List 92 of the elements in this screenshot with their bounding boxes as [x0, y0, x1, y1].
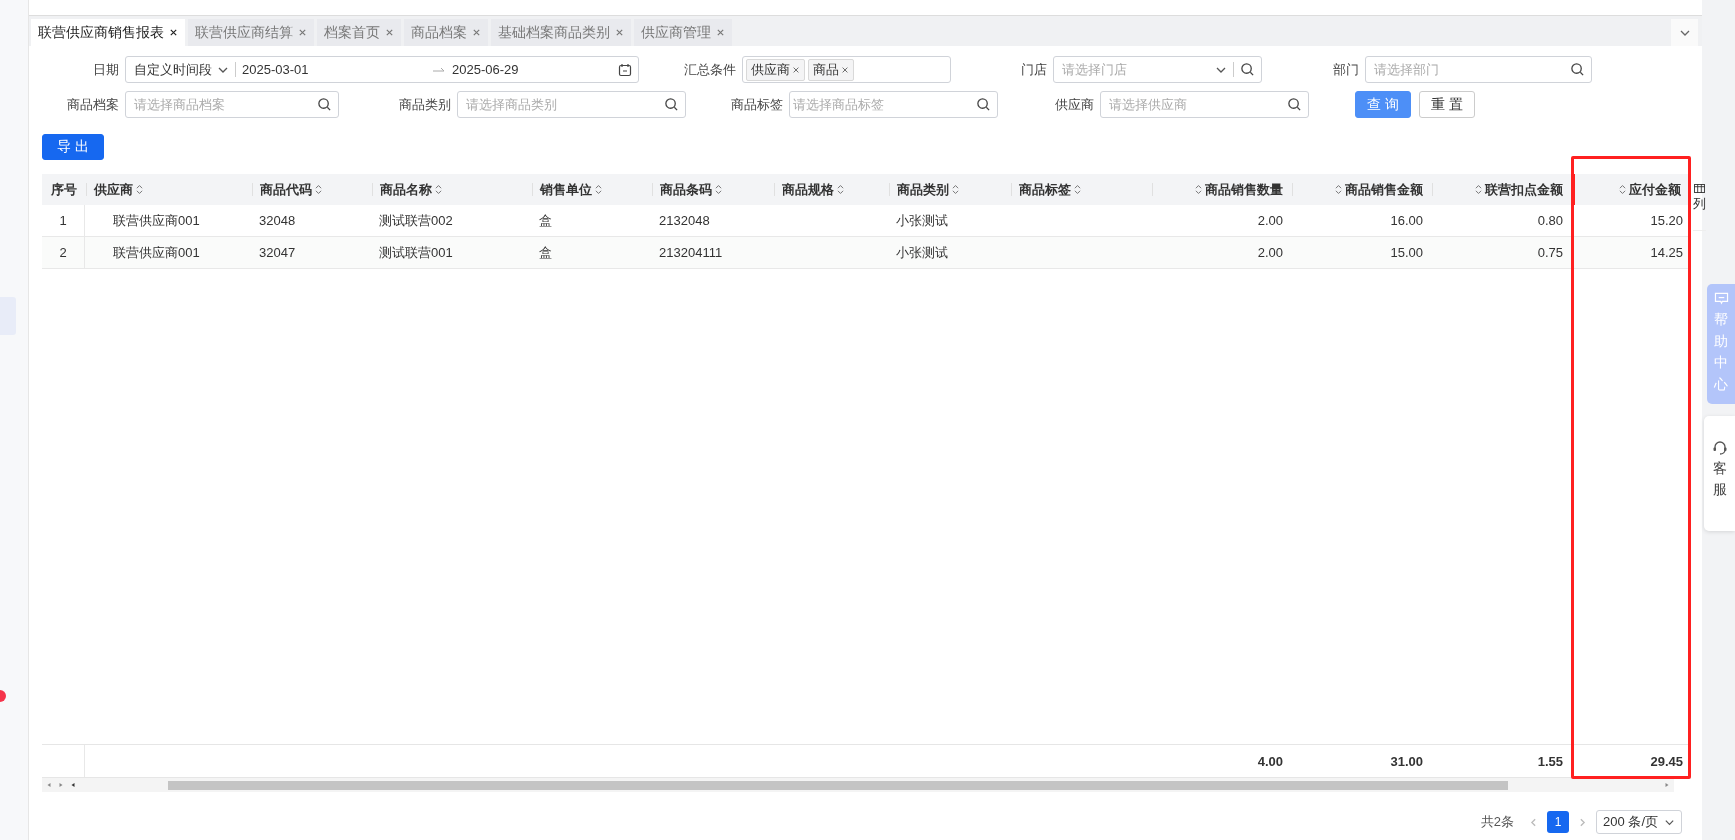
table-cell-text: 213204111	[658, 244, 724, 262]
column-header[interactable]: 序号	[42, 174, 85, 205]
total-count: 共2条	[1480, 813, 1515, 831]
tab[interactable]: 联营供应商销售报表	[31, 19, 185, 46]
total-cell-text: 4.00	[1256, 752, 1284, 771]
table-cell-text: 联营供应商001	[112, 243, 201, 262]
horizontal-scrollbar[interactable]	[42, 778, 1674, 792]
table-cell-text: 0.80	[1536, 212, 1564, 230]
column-header[interactable]: 商品销售金额	[1291, 174, 1431, 205]
sort-icon[interactable]	[315, 184, 322, 195]
columns-icon	[1694, 184, 1705, 193]
table-cell-text: 2.00	[1256, 244, 1284, 262]
tab[interactable]: 商品档案	[404, 19, 488, 46]
tab[interactable]: 供应商管理	[634, 19, 732, 46]
calendar-icon[interactable]	[618, 62, 632, 77]
column-header[interactable]: 供应商	[85, 174, 251, 205]
table-cell-text: 15.20	[1649, 212, 1684, 230]
page-button[interactable]: 1	[1547, 811, 1570, 833]
export-button[interactable]: 导 出	[42, 134, 104, 160]
tab[interactable]: 档案首页	[317, 19, 401, 46]
tab-menu-button[interactable]	[1671, 19, 1698, 46]
column-header[interactable]: 商品规格	[773, 174, 888, 205]
sort-icon[interactable]	[136, 184, 143, 195]
filter-label: 门店	[1020, 60, 1048, 79]
sort-icon[interactable]	[952, 184, 959, 195]
sort-icon[interactable]	[715, 184, 722, 195]
table-cell-text: 16.00	[1389, 212, 1424, 230]
table-cell-text: 32048	[258, 212, 297, 230]
close-icon[interactable]	[169, 28, 178, 37]
column-header[interactable]: 销售单位	[531, 174, 651, 205]
tag-chip[interactable]: 供应商	[746, 58, 805, 81]
column-header[interactable]: 商品标签	[1010, 174, 1151, 205]
search-icon[interactable]	[1570, 62, 1585, 77]
scroll-right-icon[interactable]	[58, 782, 64, 788]
filter-label: 商品类别	[398, 95, 452, 114]
sort-icon[interactable]	[1619, 184, 1626, 195]
table-cell-text: 盒	[538, 243, 553, 262]
table-cell-text: 15.00	[1389, 244, 1424, 262]
table-cell-text: 2.00	[1256, 212, 1284, 230]
scroll-right-icon[interactable]	[1664, 782, 1670, 788]
column-header[interactable]: 商品条码	[651, 174, 773, 205]
sort-icon[interactable]	[1195, 184, 1202, 195]
table-cell: 1	[42, 205, 85, 236]
customer-service-button[interactable]: 客服	[1704, 415, 1735, 532]
table-cell-text: 小张测试	[895, 243, 949, 262]
column-header[interactable]: 商品代码	[251, 174, 371, 205]
column-settings-button[interactable]: 列	[1693, 174, 1706, 231]
column-header[interactable]: 商品类别	[888, 174, 1010, 205]
date-range-field[interactable]: 自定义时间段 2025-03-01 2025-06-29	[125, 56, 639, 83]
search-icon[interactable]	[317, 97, 332, 112]
column-header[interactable]: 商品销售数量	[1151, 174, 1291, 205]
filter-label: 汇总条件	[683, 60, 737, 79]
column-header[interactable]: 联营扣点金额	[1431, 174, 1571, 205]
tab[interactable]: 联营供应商结算	[188, 19, 314, 46]
sort-icon[interactable]	[1475, 184, 1482, 195]
filter-label: 供应商	[1054, 95, 1095, 114]
search-icon[interactable]	[664, 97, 679, 112]
search-icon[interactable]	[1240, 62, 1255, 77]
table-cell-text: 14.25	[1649, 244, 1684, 262]
column-header[interactable]: 商品名称	[371, 174, 531, 205]
tab[interactable]: 基础档案商品类别	[491, 19, 631, 46]
reset-button[interactable]: 重 置	[1418, 91, 1475, 118]
page-size-select[interactable]: 200 条/页	[1596, 810, 1682, 834]
total-cell-text: 1.55	[1536, 752, 1564, 771]
total-cell-text: 31.00	[1389, 752, 1424, 771]
sort-icon[interactable]	[1335, 184, 1342, 195]
table-cell-text: 小张测试	[895, 211, 949, 230]
sort-icon[interactable]	[435, 184, 442, 195]
table-cell-text: 测试联营001	[378, 243, 454, 262]
search-icon[interactable]	[1287, 97, 1302, 112]
headset-icon	[1711, 439, 1728, 456]
sort-icon[interactable]	[595, 184, 602, 195]
summary-select[interactable]: 供应商 商品	[742, 56, 951, 83]
table-cell: 2	[42, 237, 85, 268]
filter-label: 商品档案	[66, 95, 120, 114]
table-cell-text: 联营供应商001	[112, 211, 201, 230]
sort-icon[interactable]	[837, 184, 844, 195]
table-cell-text: 盒	[538, 211, 553, 230]
table-cell-text: 测试联营002	[378, 211, 454, 230]
table-cell-text: 0.75	[1536, 244, 1564, 262]
column-header[interactable]: 应付金额	[1571, 174, 1691, 205]
total-cell-text: 29.45	[1649, 752, 1684, 771]
search-icon[interactable]	[976, 97, 991, 112]
message-icon	[1713, 292, 1729, 305]
filter-label: 日期	[92, 60, 120, 79]
tag-chip[interactable]: 商品	[808, 58, 854, 81]
scroll-left-icon[interactable]	[70, 782, 76, 788]
table-cell-text: 32047	[258, 244, 297, 262]
sort-icon[interactable]	[1074, 184, 1081, 195]
filter-label: 部门	[1332, 60, 1360, 79]
table-cell-text: 2132048	[658, 212, 711, 230]
filter-label: 商品标签	[730, 95, 784, 114]
